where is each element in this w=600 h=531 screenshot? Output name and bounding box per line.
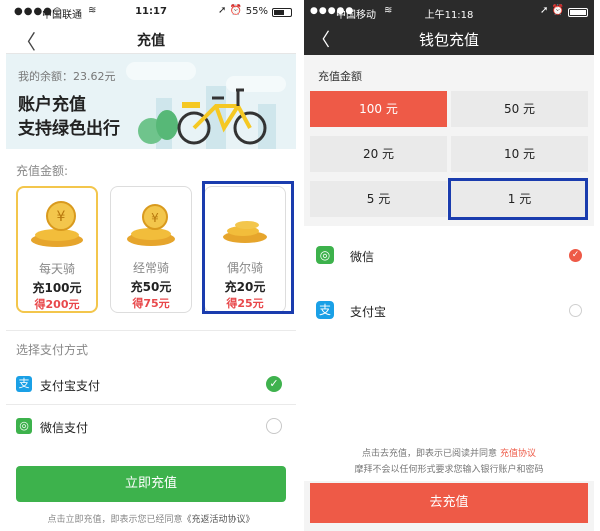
agreement-note: 点击去充值，即表示已阅读并同意 充值协议 <box>304 446 594 459</box>
highlight-annotation <box>448 178 588 220</box>
amount-label: 充值金额: <box>16 164 69 178</box>
alipay-icon: 支 <box>316 301 334 319</box>
banner-subheadline: 支持绿色出行 <box>18 119 120 139</box>
pay-option-label: 微信支付 <box>40 421 89 435</box>
header-bar: ●●●●● 中国移动 ≋ 上午11:18 ➚ ⏰ 〈 钱包充值 <box>304 0 594 55</box>
svg-text:¥: ¥ <box>151 211 159 225</box>
plan-amount: 充50元 <box>130 280 172 294</box>
page-title: 钱包充值 <box>418 31 479 49</box>
check-icon[interactable]: ✓ <box>569 249 582 262</box>
plan-card-daily[interactable]: ¥ 每天骑 充100元 得200元 <box>16 186 98 313</box>
pay-option-alipay[interactable]: 支 支付宝支付 ✓ <box>6 364 296 404</box>
agreement-text: 点击立即充值，即表示您已经同意 <box>47 515 183 525</box>
divider <box>6 404 296 405</box>
highlight-annotation <box>202 181 294 314</box>
plan-card-frequent[interactable]: ¥ 经常骑 充50元 得75元 <box>110 186 192 313</box>
banner-headline: 账户充值 <box>18 95 86 115</box>
plan-amount: 充100元 <box>32 281 82 295</box>
agreement-text: 点击去充值，即表示已阅读并同意 <box>362 449 498 459</box>
balance-label: 我的余额：23.62元 <box>18 70 116 83</box>
plan-bonus: 得75元 <box>132 297 170 310</box>
pay-option-wechat[interactable]: ◎ 微信 ✓ <box>304 230 594 280</box>
go-recharge-button[interactable]: 去充值 <box>310 483 588 523</box>
status-bar: ●●●●○ 中国联通 ≋ 11:17 ➚ ⏰ 55% <box>6 0 296 24</box>
amount-label: 充值金额 <box>318 70 362 83</box>
security-note: 摩拜不会以任何形式要求您输入银行账户和密码 <box>354 465 544 475</box>
pay-option-label: 微信 <box>350 250 375 264</box>
location-alarm-icon: ➚ ⏰ <box>539 5 564 16</box>
coins-icon: ¥ <box>127 204 175 246</box>
radio-button[interactable] <box>569 304 582 317</box>
promo-banner: 我的余额：23.62元 账户充值 支持绿色出行 <box>6 54 296 149</box>
amount-option[interactable]: 50 元 <box>451 91 588 127</box>
wechat-icon: ◎ <box>316 246 334 264</box>
radio-button[interactable] <box>266 418 282 434</box>
amount-option[interactable]: 100 元 <box>310 91 447 127</box>
bicycle-icon <box>177 88 267 145</box>
agreement-footer: 点击立即充值，即表示您已经同意《充返活动协议》 <box>6 512 296 525</box>
pay-option-wechat[interactable]: ◎ 微信支付 <box>6 406 296 446</box>
pay-method-label: 选择支付方式 <box>16 343 89 357</box>
divider <box>6 330 296 331</box>
pay-option-label: 支付宝 <box>350 305 387 319</box>
amount-option[interactable]: 10 元 <box>451 136 588 172</box>
battery-percent: 55% <box>245 6 268 17</box>
amount-option[interactable]: 20 元 <box>310 136 447 172</box>
wechat-icon: ◎ <box>16 418 32 434</box>
battery-icon <box>568 8 588 17</box>
nav-bar: 〈 充值 <box>6 24 296 54</box>
right-phone-screen: ●●●●● 中国移动 ≋ 上午11:18 ➚ ⏰ 〈 钱包充值 充值金额 100… <box>304 0 594 531</box>
plan-name: 每天骑 <box>38 262 75 276</box>
payment-section: ◎ 微信 ✓ 支 支付宝 <box>304 226 594 481</box>
recharge-now-button[interactable]: 立即充值 <box>16 466 286 502</box>
check-icon[interactable]: ✓ <box>266 376 282 392</box>
plan-bonus: 得200元 <box>34 298 80 311</box>
svg-text:¥: ¥ <box>57 209 66 225</box>
pay-option-label: 支付宝支付 <box>40 379 101 393</box>
coins-icon: ¥ <box>31 201 83 247</box>
page-title: 充值 <box>137 33 165 49</box>
pay-option-alipay[interactable]: 支 支付宝 <box>304 285 594 335</box>
plan-name: 经常骑 <box>132 261 169 275</box>
agreement-link[interactable]: 充值协议 <box>500 449 536 459</box>
location-alarm-icon: ➚ ⏰ <box>217 5 242 16</box>
alipay-icon: 支 <box>16 376 32 392</box>
amount-option[interactable]: 5 元 <box>310 181 447 217</box>
cloud-decoration <box>126 62 196 80</box>
battery-icon <box>272 8 292 17</box>
left-phone-screen: ●●●●○ 中国联通 ≋ 11:17 ➚ ⏰ 55% 〈 充值 我的余额：23.… <box>6 0 296 531</box>
agreement-link[interactable]: 《充返活动协议》 <box>183 515 255 525</box>
